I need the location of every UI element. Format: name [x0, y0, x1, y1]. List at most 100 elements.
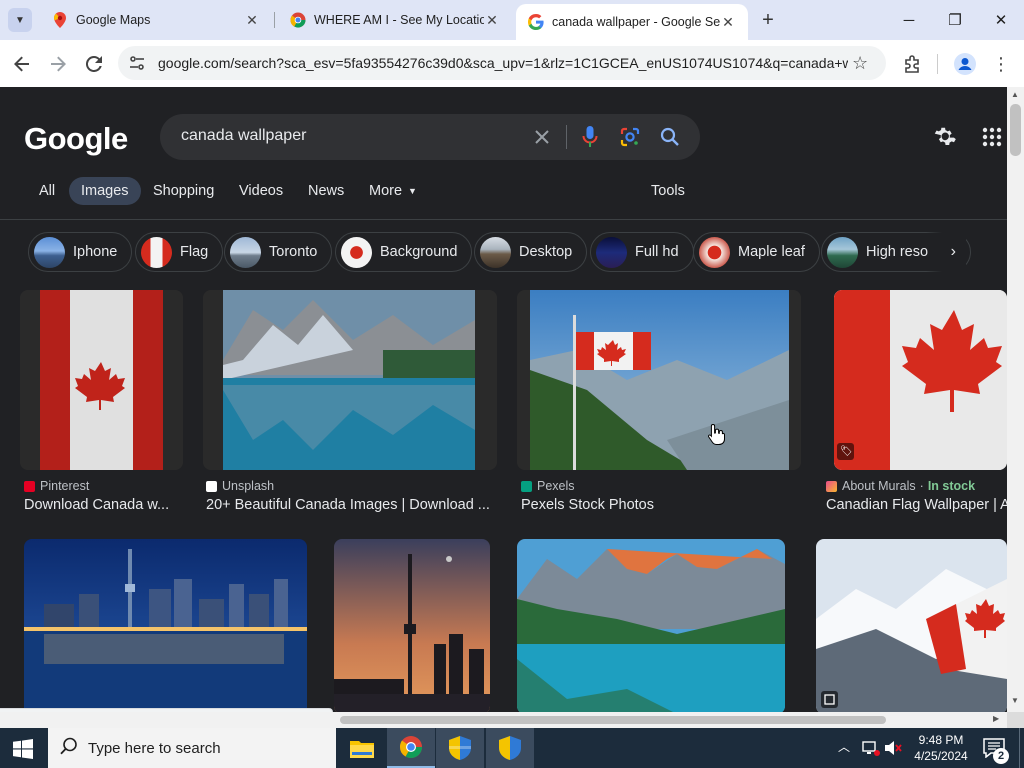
tab-close-icon[interactable]: ✕	[484, 12, 500, 29]
image-result-toronto-night[interactable]	[24, 539, 307, 712]
tab-shopping[interactable]: Shopping	[153, 179, 214, 203]
flag-mountains-thumbnail	[816, 539, 1007, 712]
chip-label: Toronto	[269, 244, 318, 260]
tab-videos[interactable]: Videos	[239, 179, 283, 203]
image-result-pinterest[interactable]	[20, 290, 183, 470]
security-shield-icon[interactable]	[436, 728, 484, 768]
chip-desktop[interactable]: Desktop	[474, 232, 588, 272]
back-arrow-icon[interactable]	[7, 49, 37, 79]
apps-grid-icon[interactable]	[982, 127, 1002, 152]
image-result-about-murals[interactable]: 🏷	[834, 290, 1007, 470]
result-title[interactable]: 20+ Beautiful Canada Images | Download .…	[206, 497, 496, 513]
clear-search-icon[interactable]	[530, 125, 554, 149]
file-explorer-icon[interactable]	[338, 728, 386, 768]
show-desktop-button[interactable]	[1019, 728, 1024, 768]
vertical-scrollbar[interactable]: ▲ ▼	[1007, 87, 1024, 712]
chip-maple-leaf[interactable]: Maple leaf	[693, 232, 820, 272]
hscroll-thumb[interactable]	[340, 716, 886, 724]
chevron-up-icon[interactable]: ︿	[838, 738, 850, 755]
reload-icon[interactable]	[79, 49, 109, 79]
clock[interactable]: 9:48 PM 4/25/2024	[912, 732, 970, 764]
result-title[interactable]: Download Canada w...	[24, 497, 184, 513]
profile-avatar-icon[interactable]	[950, 49, 980, 79]
chip-thumbnail	[341, 236, 372, 268]
in-stock-badge: In stock	[927, 479, 976, 493]
minimize-button[interactable]: ─	[886, 0, 932, 40]
google-results-page: Google canada wallpaper All Images Shopp…	[0, 87, 1007, 712]
close-window-button[interactable]: ✕	[978, 0, 1024, 40]
taskbar-search-placeholder: Type here to search	[88, 739, 221, 757]
chip-full-hd[interactable]: Full hd	[590, 232, 694, 272]
source-name: Unsplash	[222, 479, 275, 493]
source-name: Pinterest	[40, 479, 90, 493]
scroll-right-icon[interactable]: ▶	[993, 714, 999, 723]
search-box[interactable]: canada wallpaper	[160, 114, 700, 160]
tab-search-button[interactable]: ▼	[8, 8, 32, 32]
tab-close-icon[interactable]: ✕	[720, 14, 736, 31]
chip-label: Background	[380, 244, 458, 260]
result-source[interactable]: Pexels	[521, 479, 575, 493]
image-result-pexels[interactable]	[517, 290, 801, 470]
chip-thumbnail	[827, 236, 858, 268]
tab-more[interactable]: More ▼	[369, 179, 417, 203]
image-result-flag-mountains[interactable]	[816, 539, 1007, 712]
forward-arrow-icon[interactable]	[43, 49, 73, 79]
lens-camera-icon[interactable]	[618, 125, 642, 149]
tab-news[interactable]: News	[308, 179, 344, 203]
tab-strip: ▼ Google Maps ✕ WHERE AM I - See My Loca…	[0, 0, 1024, 40]
toronto-skyline-thumbnail	[24, 539, 307, 712]
chip-label: Flag	[180, 244, 209, 260]
cn-tower-thumbnail	[334, 539, 490, 712]
chevron-right-icon[interactable]: ›	[926, 232, 966, 272]
maximize-button[interactable]: ❐	[932, 0, 978, 40]
security-shield-icon-2[interactable]	[486, 728, 534, 768]
chip-thumbnail	[230, 236, 261, 268]
extensions-icon[interactable]	[897, 49, 927, 79]
bookmark-star-icon[interactable]: ☆	[852, 53, 868, 74]
tab-where-am-i[interactable]: WHERE AM I - See My Location ✕	[278, 4, 512, 36]
scroll-thumb[interactable]	[1010, 104, 1021, 156]
chip-label: Desktop	[519, 244, 573, 260]
chrome-taskbar-icon[interactable]	[387, 728, 435, 768]
google-logo[interactable]: Google	[24, 121, 128, 157]
chip-background[interactable]: Background	[335, 232, 473, 272]
tab-canada-wallpaper[interactable]: canada wallpaper - Google Search ✕	[516, 4, 748, 40]
result-source[interactable]: About Murals · In stock	[826, 479, 975, 493]
tab-all[interactable]: All	[39, 179, 55, 203]
tab-images[interactable]: Images	[69, 177, 141, 205]
new-tab-button[interactable]: +	[756, 8, 780, 32]
address-bar[interactable]: google.com/search?sca_esv=5fa93554276c39…	[118, 46, 886, 80]
chip-iphone[interactable]: Iphone	[28, 232, 133, 272]
result-source[interactable]: Unsplash	[206, 479, 274, 493]
result-title[interactable]: Canadian Flag Wallpaper | A	[826, 497, 1007, 513]
windows-start-icon[interactable]	[13, 739, 33, 764]
scroll-up-icon[interactable]: ▲	[1011, 90, 1019, 99]
pexels-icon	[521, 480, 532, 492]
browser-menu-icon[interactable]: ⋮	[986, 49, 1016, 79]
microphone-icon[interactable]	[578, 125, 602, 149]
taskbar-search[interactable]: Type here to search	[48, 728, 336, 768]
image-result-cn-tower-sunset[interactable]	[334, 539, 490, 712]
horizontal-scrollbar[interactable]: ▶	[0, 712, 1007, 728]
canada-flag-thumbnail	[20, 290, 183, 470]
result-source[interactable]: Pinterest	[24, 479, 89, 493]
result-title[interactable]: Pexels Stock Photos	[521, 497, 801, 513]
tools-button[interactable]: Tools	[651, 179, 685, 203]
lake-mountains-thumbnail	[203, 290, 497, 470]
search-input[interactable]: canada wallpaper	[181, 127, 306, 145]
settings-gear-icon[interactable]	[933, 125, 957, 154]
image-result-moraine-lake[interactable]	[517, 539, 785, 712]
network-icon[interactable]	[862, 740, 880, 761]
maps-pin-icon	[52, 12, 68, 28]
chip-toronto[interactable]: Toronto	[224, 232, 333, 272]
scroll-down-icon[interactable]: ▼	[1011, 696, 1019, 705]
search-icon[interactable]	[658, 125, 682, 149]
image-result-unsplash[interactable]	[203, 290, 497, 470]
chip-label: Full hd	[635, 244, 679, 260]
tab-close-icon[interactable]: ✕	[244, 12, 260, 29]
volume-muted-icon[interactable]	[884, 739, 902, 762]
chip-flag[interactable]: Flag	[135, 232, 224, 272]
tab-google-maps[interactable]: Google Maps ✕	[40, 4, 272, 36]
site-info-icon[interactable]	[129, 55, 145, 76]
pinterest-icon	[24, 480, 35, 492]
